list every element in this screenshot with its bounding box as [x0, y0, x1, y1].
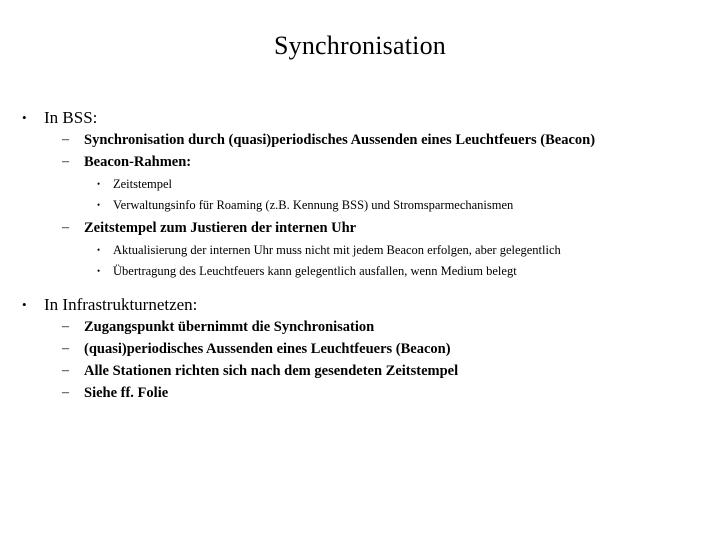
bullet-level3-icon: •: [97, 245, 101, 255]
outline-item-level2: – Alle Stationen richten sich nach dem g…: [62, 360, 720, 382]
slide-title: Synchronisation: [274, 31, 446, 60]
outline-item-text: Alle Stationen richten sich nach dem ges…: [84, 363, 459, 379]
bullet-level2-icon: –: [62, 154, 69, 169]
bullet-level1-icon: •: [22, 297, 27, 312]
bullet-level2-icon: –: [62, 363, 69, 378]
outline-item-level2: – Beacon-Rahmen:: [62, 151, 720, 173]
outline-item-text: Siehe ff. Folie: [84, 385, 169, 401]
outline-item-level1: • In BSS:: [0, 106, 720, 129]
bullet-level1-icon: •: [22, 110, 27, 125]
outline-item-text: In Infrastrukturnetzen:: [44, 295, 198, 314]
slide-body: • In BSS: – Synchronisation durch (quasi…: [0, 106, 720, 404]
outline-item-level3: • Aktualisierung der internen Uhr muss n…: [97, 240, 720, 261]
outline-item-text: Zeitstempel zum Justieren der internen U…: [84, 220, 357, 236]
outline-item-text: Übertragung des Leuchtfeuers kann gelege…: [113, 264, 517, 278]
bullet-level3-icon: •: [97, 179, 101, 189]
outline-item-level2: – (quasi)periodisches Aussenden eines Le…: [62, 338, 720, 360]
outline-item-level3: • Übertragung des Leuchtfeuers kann gele…: [97, 261, 720, 282]
bullet-level3-icon: •: [97, 266, 101, 276]
bullet-level3-icon: •: [97, 200, 101, 210]
outline-sublist: – Zugangspunkt übernimmt die Synchronisa…: [0, 316, 720, 404]
bullet-level2-icon: –: [62, 132, 69, 147]
outline-item-text: (quasi)periodisches Aussenden eines Leuc…: [84, 341, 451, 357]
outline-item-text: In BSS:: [44, 108, 98, 127]
bullet-level2-icon: –: [62, 319, 69, 334]
outline-item-text: Synchronisation durch (quasi)periodische…: [84, 132, 596, 148]
outline-list: • In BSS: – Synchronisation durch (quasi…: [0, 106, 720, 404]
outline-item-level2: – Siehe ff. Folie: [62, 382, 720, 404]
outline-item-level1: • In Infrastrukturnetzen:: [0, 293, 720, 316]
presentation-slide: Synchronisation • In BSS: – Synchronisat…: [0, 0, 720, 540]
outline-sublist: • Aktualisierung der internen Uhr muss n…: [0, 240, 720, 282]
outline-item-level2: – Zeitstempel zum Justieren der internen…: [62, 217, 720, 239]
outline-item-text: Zeitstempel: [113, 177, 173, 191]
bullet-level2-icon: –: [62, 341, 69, 356]
outline-item-level3: • Zeitstempel: [97, 174, 720, 195]
bullet-level2-icon: –: [62, 220, 69, 235]
bullet-level2-icon: –: [62, 385, 69, 400]
outline-item-level3: • Verwaltungsinfo für Roaming (z.B. Kenn…: [97, 195, 720, 216]
outline-item-text: Verwaltungsinfo für Roaming (z.B. Kennun…: [113, 198, 514, 212]
outline-item-text: Zugangspunkt übernimmt die Synchronisati…: [84, 319, 375, 335]
outline-sublist: • Zeitstempel • Verwaltungsinfo für Roam…: [0, 174, 720, 216]
outline-item-level2: – Synchronisation durch (quasi)periodisc…: [62, 129, 720, 151]
outline-item-text: Beacon-Rahmen:: [84, 154, 192, 170]
outline-item-text: Aktualisierung der internen Uhr muss nic…: [113, 243, 561, 257]
outline-item-level2: – Zugangspunkt übernimmt die Synchronisa…: [62, 316, 720, 338]
outline-sublist: – Synchronisation durch (quasi)periodisc…: [0, 129, 720, 282]
